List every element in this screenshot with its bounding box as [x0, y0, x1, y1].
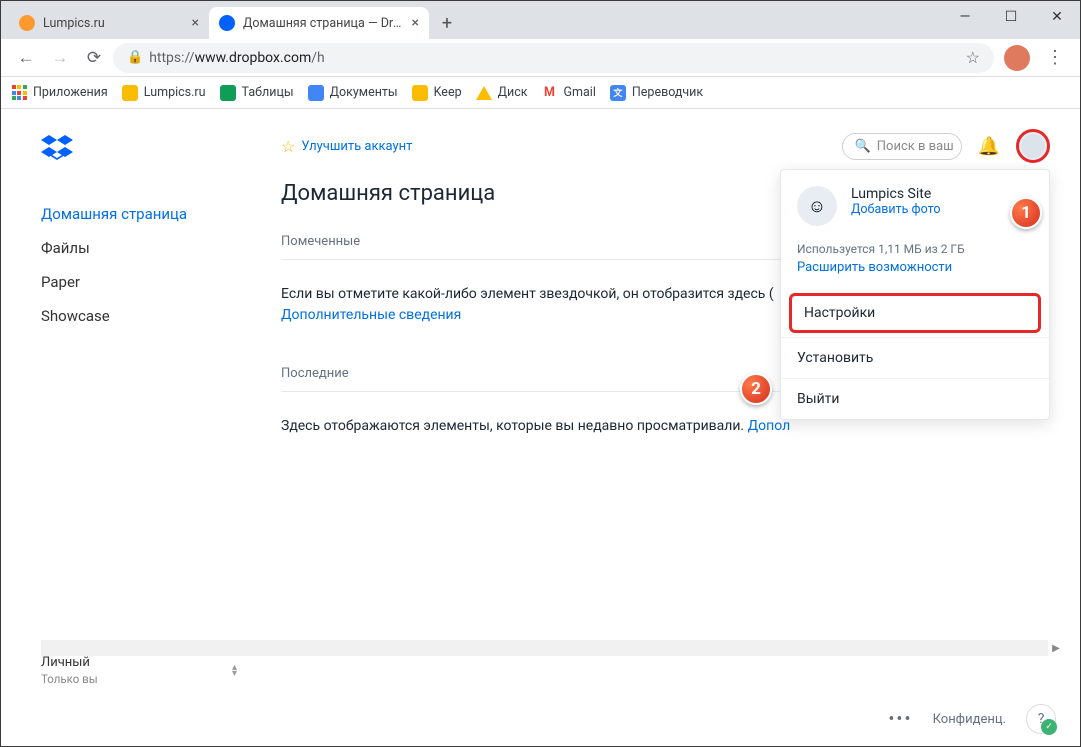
dropdown-settings[interactable]: Настройки [789, 293, 1041, 333]
bookmark-docs[interactable]: Документы [308, 85, 398, 101]
avatar-face-icon [1021, 134, 1045, 158]
browser-menu-button[interactable]: ⋮ [1040, 43, 1070, 73]
bookmark-sheets[interactable]: Таблицы [220, 85, 294, 101]
bookmark-label: Gmail [564, 85, 596, 100]
bookmark-label: Таблицы [242, 85, 294, 100]
account-avatar-button[interactable] [1016, 129, 1050, 163]
bookmark-translate[interactable]: 文 Переводчик [610, 85, 703, 101]
close-icon[interactable]: × [192, 15, 199, 31]
callout-badge-2: 2 [740, 373, 772, 405]
window-controls: — ☐ ✕ [942, 1, 1080, 33]
favicon-icon [19, 15, 35, 31]
sheets-icon [220, 85, 236, 101]
storage-text: Используется 1,11 МБ из 2 ГБ [797, 242, 965, 256]
translate-icon: 文 [610, 85, 626, 101]
more-actions-icon[interactable]: ••• [888, 709, 912, 730]
favicon-icon [219, 15, 235, 31]
storage-info: Используется 1,11 МБ из 2 ГБ Расширить в… [781, 242, 1049, 289]
bookmark-keep[interactable]: Keep [412, 85, 462, 101]
tab-strip: Lumpics.ru × Домашняя страница — Dropbox… [1, 1, 1080, 39]
add-photo-link[interactable]: Добавить фото [851, 202, 940, 217]
scroll-right-icon[interactable]: ▶ [1048, 640, 1064, 656]
footer-actions: ••• Конфиденц. ? ✓ [888, 704, 1056, 734]
sidebar-item-showcase[interactable]: Showcase [41, 299, 261, 333]
apps-icon [11, 85, 27, 101]
dropdown-user-name: Lumpics Site [851, 186, 940, 202]
star-icon: ☆ [281, 137, 295, 156]
tab-dropbox[interactable]: Домашняя страница — Dropbox × [209, 7, 429, 39]
folder-icon [122, 85, 138, 101]
notifications-icon[interactable]: 🔔 [978, 136, 1000, 157]
tab-title: Lumpics.ru [43, 16, 184, 31]
bookmark-apps[interactable]: Приложения [11, 85, 108, 101]
bookmark-label: Приложения [33, 85, 108, 100]
maximize-button[interactable]: ☐ [988, 1, 1034, 33]
browser-toolbar: ← → ⟳ 🔒 https://www.dropbox.com/h ☆ ⋮ [1, 39, 1080, 77]
search-placeholder: Поиск в ваш [877, 139, 954, 154]
profile-avatar[interactable] [1004, 45, 1030, 71]
keep-icon [412, 85, 428, 101]
close-button[interactable]: ✕ [1034, 1, 1080, 33]
dropdown-logout[interactable]: Выйти [781, 378, 1049, 419]
address-bar[interactable]: 🔒 https://www.dropbox.com/h ☆ [113, 43, 994, 73]
bookmark-drive[interactable]: Диск [476, 85, 528, 101]
dropdown-install[interactable]: Установить [781, 337, 1049, 378]
sidebar-item-home[interactable]: Домашняя страница [41, 197, 261, 231]
bookmark-star-icon[interactable]: ☆ [966, 48, 980, 67]
close-icon[interactable]: × [412, 15, 419, 31]
new-tab-button[interactable]: + [433, 9, 461, 37]
bookmark-lumpics[interactable]: Lumpics.ru [122, 85, 206, 101]
back-button[interactable]: ← [11, 43, 41, 73]
tab-title: Домашняя страница — Dropbox [243, 16, 404, 31]
search-input[interactable]: 🔍 Поиск в ваш [842, 133, 962, 160]
recent-more-link[interactable]: Допол [748, 418, 791, 434]
url-path: /h [311, 50, 325, 66]
dropdown-avatar-icon: ☺ [797, 186, 837, 226]
forward-button[interactable]: → [45, 43, 75, 73]
bookmark-gmail[interactable]: M Gmail [542, 85, 596, 101]
minimize-button[interactable]: — [942, 1, 988, 33]
gmail-icon: M [542, 85, 558, 101]
upgrade-link[interactable]: ☆ Улучшить аккаунт [281, 137, 412, 156]
upgrade-storage-link[interactable]: Расширить возможности [797, 260, 1033, 275]
drive-icon [476, 85, 492, 101]
account-dropdown: ☺ Lumpics Site Добавить фото Используетс… [780, 169, 1050, 420]
top-bar: ☆ Улучшить аккаунт 🔍 Поиск в ваш 🔔 [281, 129, 1050, 163]
account-switcher[interactable]: Личный Только вы ▴▾ [41, 655, 261, 686]
url-scheme: https:// [149, 50, 194, 66]
reload-button[interactable]: ⟳ [79, 43, 109, 73]
tab-lumpics[interactable]: Lumpics.ru × [9, 7, 209, 39]
horizontal-scrollbar[interactable] [41, 640, 1048, 656]
starred-more-link[interactable]: Дополнительные сведения [281, 307, 461, 323]
shield-check-icon: ✓ [1041, 719, 1057, 735]
lock-icon: 🔒 [127, 50, 143, 65]
privacy-link[interactable]: Конфиденц. [933, 712, 1006, 727]
account-type: Личный [41, 655, 90, 670]
dropdown-header: ☺ Lumpics Site Добавить фото [781, 170, 1049, 242]
bookmark-label: Диск [498, 85, 528, 100]
upgrade-label: Улучшить аккаунт [301, 139, 412, 154]
docs-icon [308, 85, 324, 101]
bookmark-label: Lumpics.ru [144, 85, 206, 100]
dropbox-logo-icon [41, 133, 73, 165]
sidebar-item-paper[interactable]: Paper [41, 265, 261, 299]
help-button[interactable]: ? ✓ [1026, 704, 1056, 734]
search-icon: 🔍 [855, 139, 871, 154]
sidebar-item-files[interactable]: Файлы [41, 231, 261, 265]
chevron-updown-icon[interactable]: ▴▾ [232, 665, 237, 677]
bookmark-label: Переводчик [632, 85, 703, 100]
bookmarks-bar: Приложения Lumpics.ru Таблицы Документы … [1, 77, 1080, 109]
bookmark-label: Keep [434, 85, 462, 100]
account-sub: Только вы [41, 672, 98, 686]
bookmark-label: Документы [330, 85, 398, 100]
url-host: www.dropbox.com [195, 50, 312, 66]
callout-badge-1: 1 [1010, 197, 1042, 229]
